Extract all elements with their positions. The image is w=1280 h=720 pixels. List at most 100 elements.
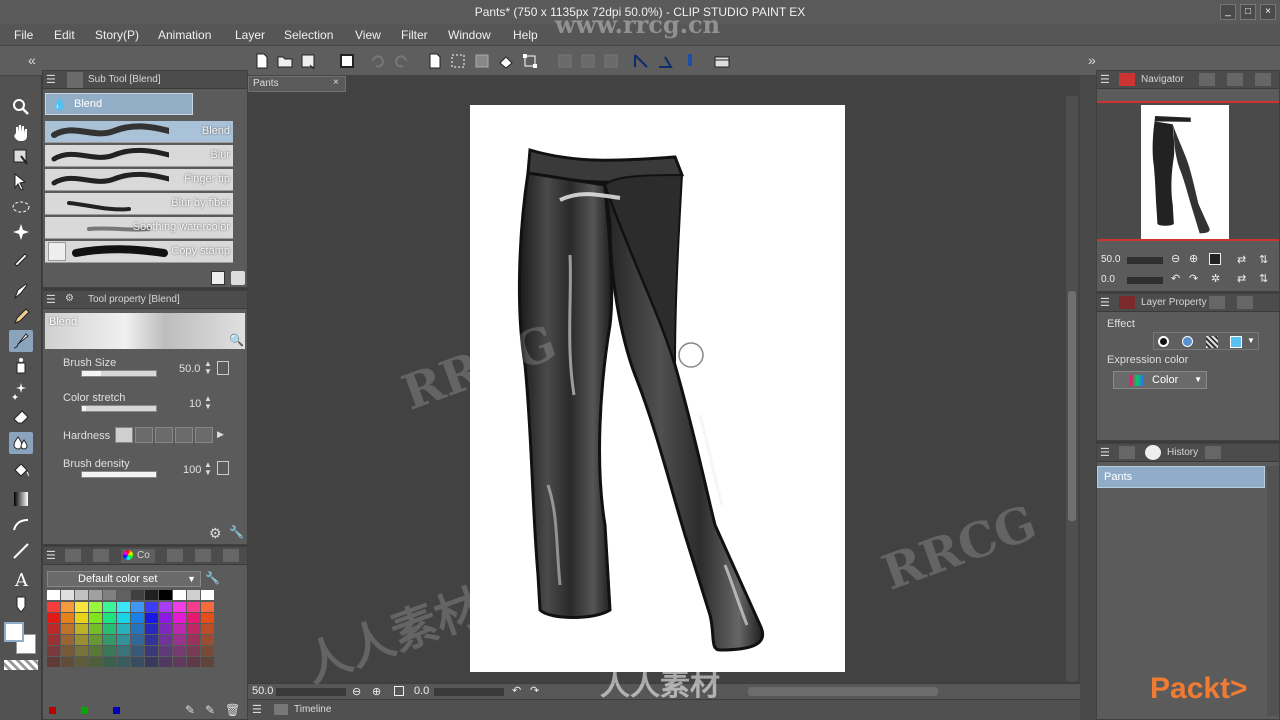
color-swatch[interactable]	[159, 590, 172, 600]
color-swatch[interactable]	[47, 646, 60, 656]
decoration-icon[interactable]	[9, 380, 33, 402]
menu-animation[interactable]: Animation	[158, 28, 211, 42]
color-swatch[interactable]	[103, 613, 116, 623]
vertical-scrollbar[interactable]	[1066, 96, 1078, 681]
navigator-zoom-slider[interactable]	[1127, 257, 1163, 264]
menu-layer[interactable]: Layer	[235, 28, 265, 42]
zoom-in-icon[interactable]: ⊕	[372, 685, 381, 698]
pen-pressure-icon[interactable]	[680, 51, 700, 71]
material-tab-icon[interactable]	[1255, 73, 1271, 86]
color-swatch[interactable]	[47, 657, 60, 667]
color-swatch[interactable]	[89, 590, 102, 600]
dot-effect-icon[interactable]	[1206, 336, 1218, 348]
color-swatch[interactable]	[117, 613, 130, 623]
color-swatch[interactable]	[187, 657, 200, 667]
ruler-angle-icon[interactable]	[655, 51, 675, 71]
rotation-value[interactable]: 0.0	[414, 685, 429, 697]
color-swatch[interactable]	[117, 624, 130, 634]
color-swatch[interactable]	[61, 624, 74, 634]
save-icon[interactable]	[298, 51, 318, 71]
navigator-tab-icon[interactable]	[1119, 73, 1135, 86]
layer-color-icon[interactable]	[1230, 336, 1242, 348]
auto-action-tab-icon[interactable]	[1205, 446, 1221, 459]
color-swatch[interactable]	[61, 613, 74, 623]
color-swatch[interactable]	[103, 646, 116, 656]
zoom-out-icon[interactable]: ⊖	[352, 685, 361, 698]
history-tab-icon[interactable]	[1145, 445, 1161, 460]
color-swatch[interactable]	[131, 646, 144, 656]
panel-menu-icon[interactable]: ☰	[46, 549, 56, 562]
balloon-tool-icon[interactable]	[9, 593, 33, 615]
color-swatch[interactable]	[47, 635, 60, 645]
color-stretch-slider[interactable]	[81, 405, 157, 412]
fit-screen-icon[interactable]	[1209, 253, 1221, 265]
intermediate-color-tab-icon[interactable]	[167, 549, 183, 562]
color-swatch[interactable]	[103, 590, 116, 600]
flip-icon[interactable]: ⇅	[1259, 272, 1268, 285]
color-set-tab[interactable]: Co	[121, 549, 155, 563]
zoom-level[interactable]: 50.0	[252, 685, 273, 697]
new-file-icon[interactable]	[252, 51, 272, 71]
color-swatch[interactable]	[89, 613, 102, 623]
color-swatch[interactable]	[187, 613, 200, 623]
color-swatch[interactable]	[75, 624, 88, 634]
spinner-icon[interactable]: ▲ ▼	[204, 360, 212, 376]
color-swatch[interactable]	[173, 657, 186, 667]
color-slider-tab-icon[interactable]	[93, 549, 109, 562]
text-tool-icon[interactable]: A	[9, 568, 33, 591]
brush-density-value[interactable]: 100	[183, 464, 201, 476]
flip-horizontal-icon[interactable]: ⇄	[1237, 253, 1246, 266]
snap-ruler-icon[interactable]	[555, 51, 575, 71]
color-swatch[interactable]	[47, 624, 60, 634]
brush-density-slider[interactable]	[81, 471, 157, 478]
color-stretch-value[interactable]: 10	[189, 398, 201, 410]
color-swatch[interactable]	[131, 657, 144, 667]
swatch-red-mini[interactable]	[49, 707, 56, 714]
brush-blur[interactable]: Blur	[45, 145, 233, 167]
color-swatch[interactable]	[201, 635, 214, 645]
color-swatch[interactable]	[117, 657, 130, 667]
color-swatch[interactable]	[173, 624, 186, 634]
color-history-tab-icon[interactable]	[223, 549, 239, 562]
layer-tab-icon[interactable]	[1119, 446, 1135, 459]
layer-search-tab-icon[interactable]	[1209, 296, 1225, 309]
color-swatch[interactable]	[47, 590, 60, 600]
hand-tool-icon[interactable]	[9, 121, 33, 143]
brush-finger-tip[interactable]: Finger tip	[45, 169, 233, 191]
layer-property-tab-icon[interactable]	[1119, 296, 1135, 309]
reset-rotation-icon[interactable]: ✲	[1211, 272, 1220, 285]
eyedropper-icon[interactable]	[9, 246, 33, 268]
rotate-right-icon[interactable]: ↷	[530, 684, 539, 697]
color-swatch[interactable]	[159, 646, 172, 656]
move-layer-icon[interactable]	[9, 171, 33, 193]
color-swatch[interactable]	[61, 602, 74, 612]
history-entry[interactable]: Pants	[1097, 466, 1265, 488]
collapse-left-icon[interactable]: «	[28, 52, 48, 72]
color-swatch[interactable]	[117, 646, 130, 656]
color-swatch[interactable]	[75, 590, 88, 600]
snap-grid-icon[interactable]	[601, 51, 621, 71]
transparent-color-swatch[interactable]	[4, 660, 38, 670]
color-swatch[interactable]	[131, 613, 144, 623]
color-swatch[interactable]	[159, 635, 172, 645]
flip-icon[interactable]: ⇄	[1237, 272, 1246, 285]
menu-edit[interactable]: Edit	[54, 28, 75, 42]
brush-size-option-icon[interactable]	[217, 361, 229, 375]
subtool-tab-icon[interactable]	[67, 72, 83, 88]
panel-menu-icon[interactable]: ☰	[46, 73, 56, 86]
menu-selection[interactable]: Selection	[284, 28, 333, 42]
rotate-right-icon[interactable]: ↷	[1189, 272, 1198, 285]
brush-size-value[interactable]: 50.0	[179, 363, 200, 375]
brush-soothing-watercolor[interactable]: Soothing watercolor	[45, 217, 233, 239]
menu-window[interactable]: Window	[448, 28, 491, 42]
replace-color-icon[interactable]: ✎	[205, 703, 215, 717]
settings-gear-icon[interactable]: ⚙	[209, 525, 222, 542]
color-swatch[interactable]	[47, 602, 60, 612]
clear-icon[interactable]	[425, 51, 445, 71]
tone-effect-icon[interactable]	[1182, 336, 1193, 347]
open-folder-icon[interactable]	[275, 51, 295, 71]
ruler-pen-icon[interactable]	[631, 51, 651, 71]
color-swatch[interactable]	[145, 590, 158, 600]
new-subtool-icon[interactable]	[211, 271, 225, 285]
color-swatch[interactable]	[89, 602, 102, 612]
